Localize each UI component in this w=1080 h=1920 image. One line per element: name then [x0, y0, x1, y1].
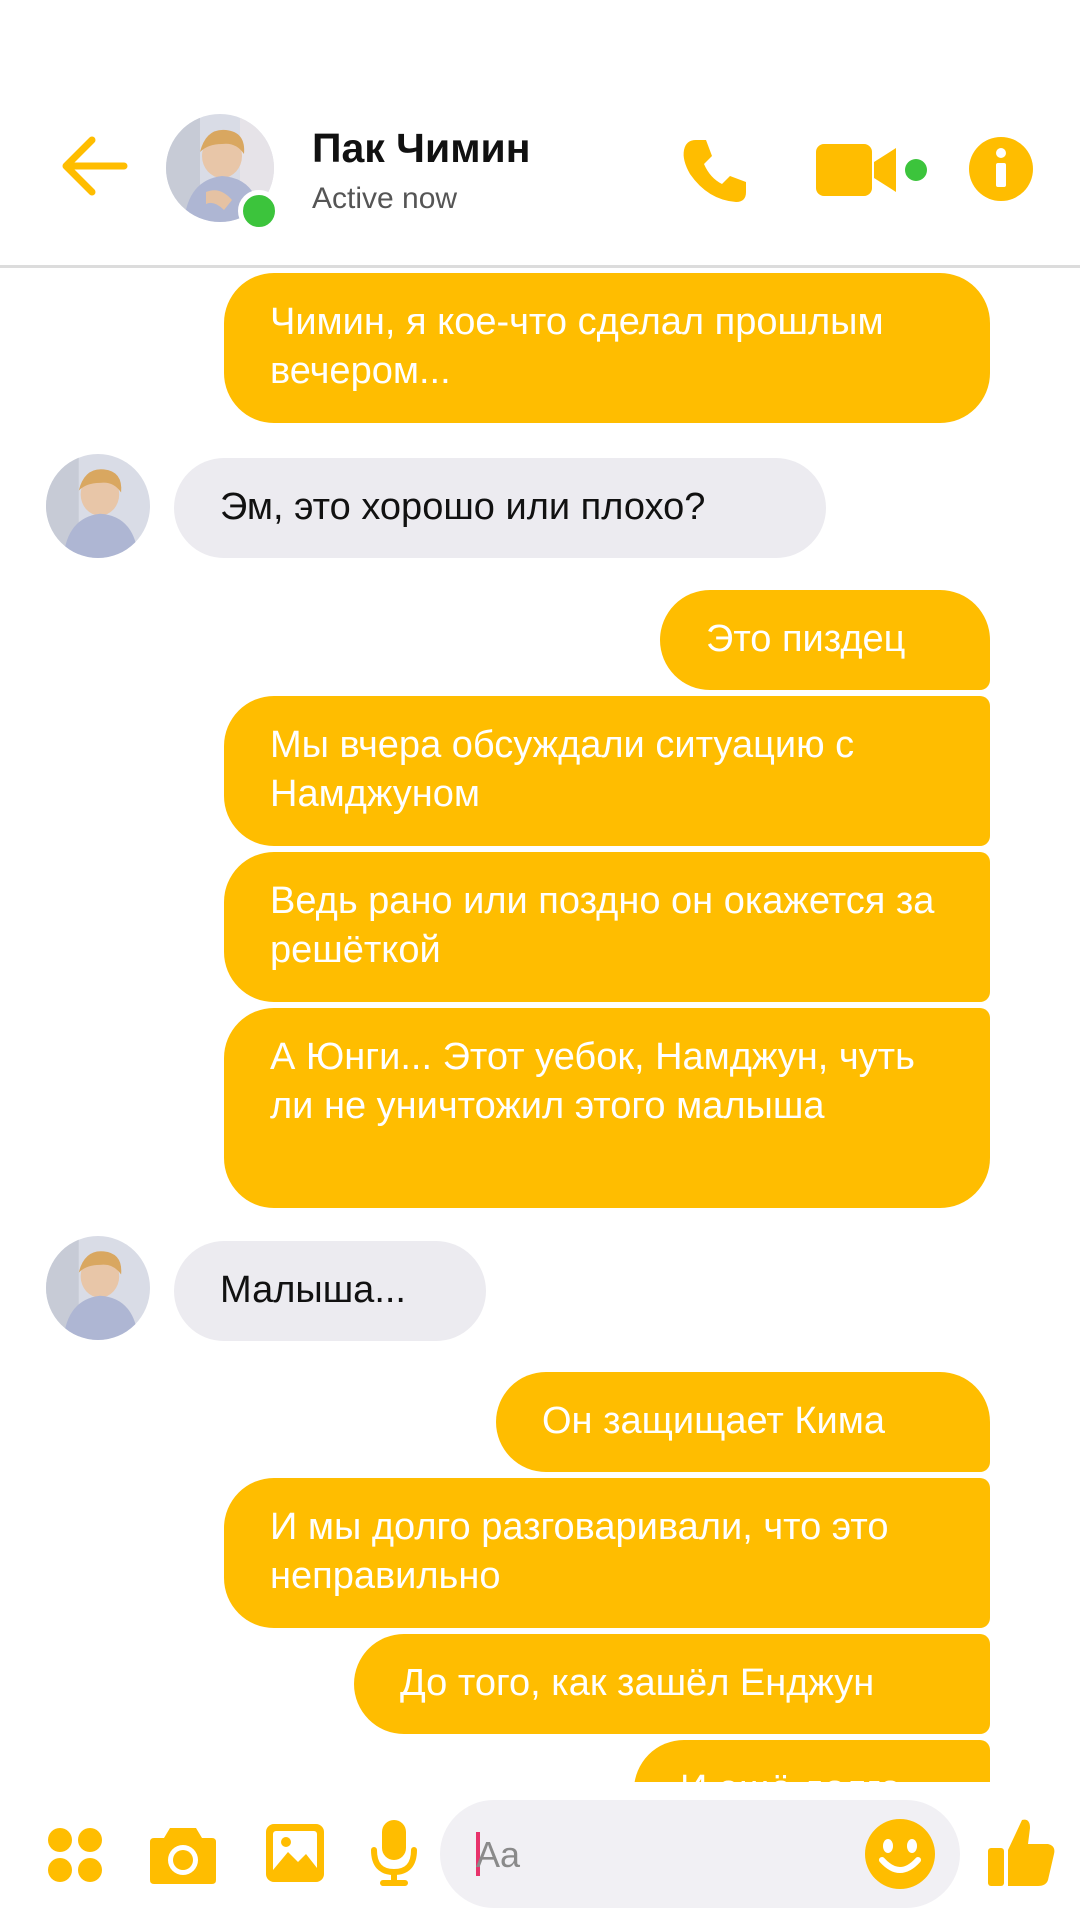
video-camera-icon[interactable]	[816, 140, 934, 200]
message-bubble-incoming[interactable]: Эм, это хорошо или плохо?	[174, 458, 826, 558]
message-bubble-outgoing[interactable]: И ещё долго	[634, 1740, 990, 1782]
info-icon[interactable]	[968, 136, 1034, 202]
microphone-icon[interactable]	[370, 1818, 418, 1888]
message-input[interactable]	[474, 1800, 858, 1910]
message-bubble-outgoing[interactable]: Мы вчера обсуждали ситуацию с Намджуном	[224, 696, 990, 846]
message-bubble-outgoing[interactable]: Чимин, я кое-что сделал прошлым вечером.…	[224, 273, 990, 423]
message-bubble-outgoing[interactable]: Это пиздец	[660, 590, 990, 690]
message-bubble-outgoing[interactable]: И мы долго разговаривали, что это неправ…	[224, 1478, 990, 1628]
message-input-field[interactable]	[440, 1800, 960, 1910]
image-icon[interactable]	[264, 1822, 326, 1884]
message-bubble-outgoing[interactable]: До того, как зашёл Енджун	[354, 1634, 990, 1734]
camera-icon[interactable]	[148, 1822, 218, 1886]
conversation-header: Пак Чимин Active now	[0, 0, 1080, 268]
back-arrow-icon[interactable]	[58, 130, 130, 202]
contact-avatar[interactable]	[166, 114, 280, 232]
thumbs-up-icon[interactable]	[986, 1814, 1056, 1890]
message-bubble-outgoing[interactable]: А Юнги... Этот уебок, Намджун, чуть ли н…	[224, 1008, 990, 1208]
apps-icon[interactable]	[46, 1826, 104, 1884]
phone-icon[interactable]	[678, 134, 752, 208]
message-bubble-outgoing[interactable]: Он защищает Кима	[496, 1372, 990, 1472]
online-status-dot	[238, 190, 280, 232]
emoji-icon[interactable]	[864, 1818, 936, 1890]
contact-name: Пак Чимин	[312, 125, 531, 171]
contact-status: Active now	[312, 182, 458, 215]
contact-avatar-small	[46, 454, 150, 558]
contact-avatar-small	[46, 1236, 150, 1340]
message-bubble-incoming[interactable]: Малыша...	[174, 1241, 486, 1341]
message-bubble-clip: И ещё долго	[0, 1740, 1080, 1782]
message-bubble-outgoing[interactable]: Ведь рано или поздно он окажется за решё…	[224, 852, 990, 1002]
